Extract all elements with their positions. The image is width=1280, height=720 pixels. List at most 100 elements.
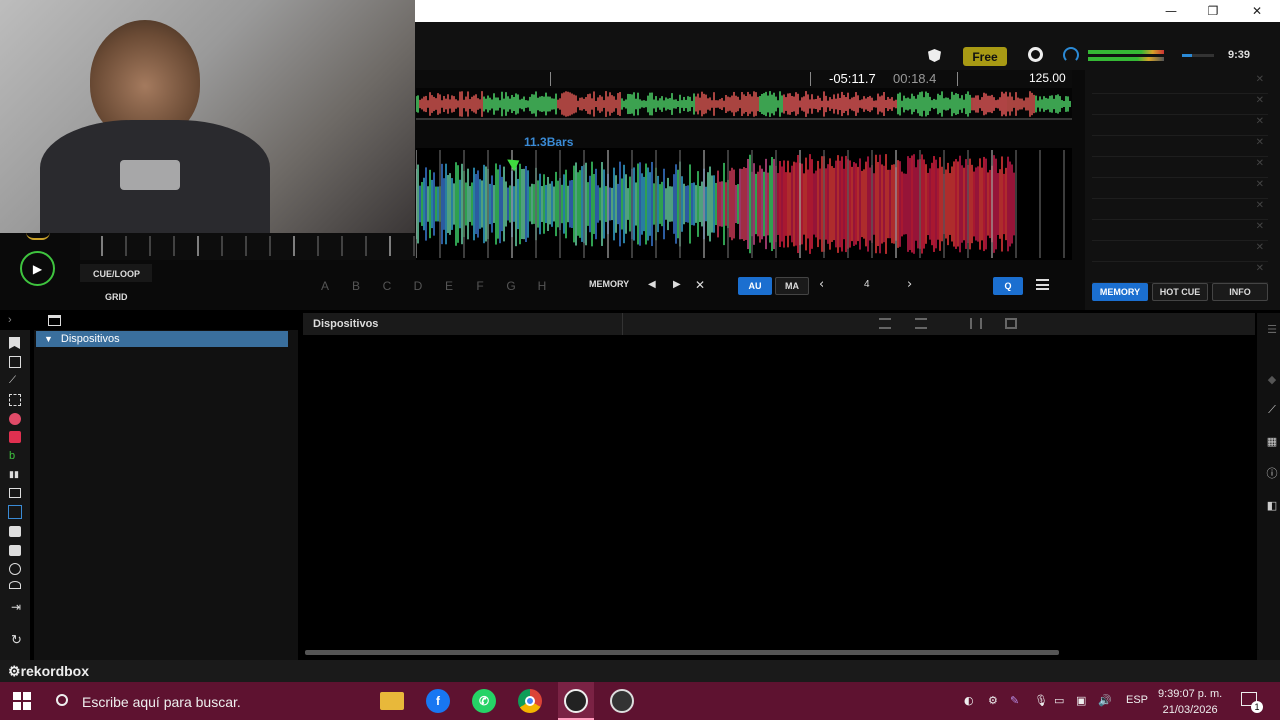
tab-hot-cue[interactable]: HOT CUE [1152,283,1208,301]
memory-slot[interactable]: ✕ [1092,200,1268,220]
minimize-button[interactable]: — [1148,0,1194,22]
battery-icon[interactable]: ▭ [1054,694,1064,707]
memory-slot[interactable]: ✕ [1092,179,1268,199]
quantize-button[interactable]: Q [993,277,1023,295]
whatsapp-icon[interactable]: ✆ [472,689,496,713]
taskbar-search[interactable]: Escribe aquí para buscar. [82,694,241,710]
tray-app-icon[interactable]: ◐ [964,694,974,707]
memory-slot[interactable]: ✕ [1092,158,1268,178]
level-meter-bottom [1088,57,1164,61]
beat-grid-strip[interactable] [80,232,416,260]
language-indicator[interactable]: ESP [1126,694,1148,706]
overview-waveform[interactable] [416,88,1072,120]
free-badge[interactable]: Free [963,47,1007,66]
search-icon[interactable] [56,694,68,706]
bars-label: 11.3Bars [524,135,574,149]
memory-slot[interactable]: ✕ [1092,74,1268,94]
hotcue-h[interactable]: H [531,277,553,295]
chevron-left-icon[interactable]: ‹ [819,277,824,292]
windows-start-icon[interactable] [13,692,31,710]
gear-icon[interactable] [1028,47,1043,62]
file-explorer-icon[interactable] [380,692,404,710]
bpm-display[interactable]: 125.00 [1029,71,1066,85]
restore-button[interactable]: ❐ [1190,0,1236,22]
hotcue-a[interactable]: A [314,277,336,295]
memory-slot[interactable]: ✕ [1092,263,1268,283]
compact-view-icon[interactable] [915,318,927,329]
record-icon[interactable] [9,581,21,589]
network-icon[interactable]: ▣ [1076,694,1086,707]
manual-button[interactable]: MA [775,277,809,295]
explorer-icon[interactable]: ▦ [1264,433,1280,449]
memory-button[interactable]: MEMORY [589,279,629,289]
computer-icon[interactable] [9,488,21,498]
explorer-icon[interactable] [9,394,21,406]
memory-slot[interactable]: ✕ [1092,242,1268,262]
chevron-right-icon[interactable]: › [907,277,912,292]
music-icon[interactable] [9,431,21,443]
info-icon[interactable]: ⓘ [1264,465,1280,481]
link-icon[interactable]: ⟋ [1264,402,1280,418]
memory-slot[interactable]: ✕ [1092,137,1268,157]
taskbar-clock[interactable]: 9:39:07 p. m. 21/03/2026 [1158,686,1222,718]
collapse-icon[interactable]: ▼ [44,334,53,344]
devices-icon[interactable] [8,505,22,519]
window-layout-icon[interactable] [48,315,61,326]
headphones-icon[interactable] [1063,47,1079,63]
tab-memory[interactable]: MEMORY [1092,283,1148,301]
taskbar-date: 21/03/2026 [1162,704,1218,716]
capcut-icon[interactable] [564,689,588,713]
track-list[interactable] [303,336,1255,656]
panel-icon[interactable]: ◧ [1264,497,1280,513]
play-button[interactable]: ▶ [20,251,55,286]
import-icon[interactable]: ⇥ [11,600,21,614]
expand-arrow-icon[interactable]: › [8,314,12,326]
menu-icon[interactable]: ☰ [1264,321,1280,337]
beatport-icon[interactable]: b [9,450,21,462]
lock-icon[interactable] [9,526,21,537]
auto-button[interactable]: AU [738,277,772,295]
pen-icon[interactable]: ✎ [1010,694,1019,707]
microphone-icon[interactable]: 🎙 [1034,694,1048,707]
hotcue-d[interactable]: D [407,277,429,295]
hotcue-g[interactable]: G [500,277,522,295]
elapsed-time: 00:18.4 [893,71,937,86]
volume-icon[interactable]: 🔊 [1098,694,1112,707]
hotcue-c[interactable]: C [376,277,398,295]
history-icon[interactable] [9,563,21,575]
beat-value: 4 [864,279,870,290]
remaining-time: -05:11.7 [829,71,876,86]
facebook-icon[interactable]: f [426,689,450,713]
hotcue-e[interactable]: E [438,277,460,295]
grid-tab[interactable]: GRID [105,292,128,302]
menu-icon[interactable] [1036,279,1049,290]
itunes-icon[interactable] [9,413,21,425]
lock-icon[interactable] [9,545,21,556]
soundcloud-icon[interactable]: ▮▮ [9,469,21,481]
hotcue-b[interactable]: B [345,277,367,295]
next-memory-icon[interactable]: ▶ [673,279,681,290]
tab-info[interactable]: INFO [1212,283,1268,301]
tray-app-icon[interactable]: ⚙ [988,694,998,707]
memory-slot[interactable]: ✕ [1092,221,1268,241]
sync-icon[interactable]: ↻ [11,632,22,648]
list-view-icon[interactable] [879,318,891,329]
memory-slot[interactable]: ✕ [1092,116,1268,136]
horizontal-scrollbar[interactable] [305,650,1059,655]
column-view-icon[interactable] [970,318,982,329]
cue-loop-tab[interactable]: CUE/LOOP [93,269,140,279]
split-view-icon[interactable] [1005,318,1017,329]
prev-memory-icon[interactable]: ◀ [648,279,656,290]
chrome-icon[interactable] [518,689,542,713]
memory-slot[interactable]: ✕ [1092,95,1268,115]
clock: 9:39 [1228,49,1251,61]
list-icon[interactable] [9,356,21,368]
rekordbox-taskbar-icon[interactable] [610,689,634,713]
close-button[interactable]: ✕ [1234,0,1280,22]
delete-memory-icon[interactable]: ✕ [695,278,705,292]
tree-item-devices[interactable]: ▼ Dispositivos [36,331,288,347]
hotcue-f[interactable]: F [469,277,491,295]
master-volume-slider[interactable] [1182,54,1214,57]
tag-icon[interactable]: ◆ [1264,371,1280,387]
link-icon[interactable]: ⟋ [9,375,21,387]
